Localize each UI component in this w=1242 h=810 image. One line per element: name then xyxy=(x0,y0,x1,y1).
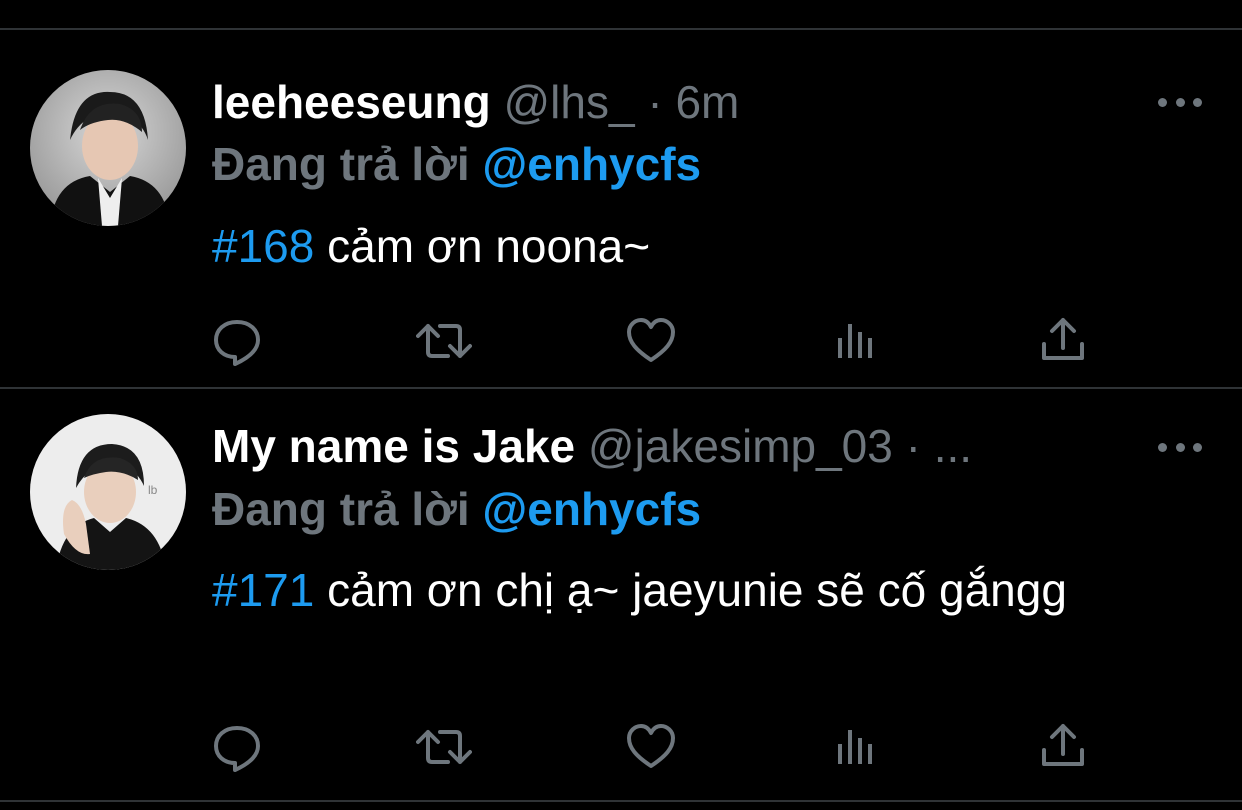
replying-to-label: Đang trả lời xyxy=(212,138,470,190)
svg-text:lb: lb xyxy=(148,483,158,497)
share-button[interactable] xyxy=(1038,316,1088,366)
display-name[interactable]: leeheeseung xyxy=(212,76,491,128)
separator-dot: · xyxy=(905,420,921,472)
avatar[interactable]: lb xyxy=(30,414,186,570)
tweet-text: #168 cảm ơn noona~ xyxy=(212,214,1112,278)
more-options-button[interactable] xyxy=(1158,92,1202,112)
replying-to: Đang trả lời @enhycfs xyxy=(212,136,701,192)
tweet-text: #171 cảm ơn chị ạ~ jaeyunie sẽ cố gắngg xyxy=(212,558,1092,622)
analytics-icon xyxy=(838,730,872,764)
avatar[interactable] xyxy=(30,70,186,226)
like-button[interactable] xyxy=(626,722,676,772)
reply-mention-link[interactable]: @enhycfs xyxy=(482,138,701,190)
share-button[interactable] xyxy=(1038,722,1088,772)
more-options-icon xyxy=(1158,442,1167,452)
reply-icon xyxy=(214,320,260,366)
analytics-button[interactable] xyxy=(834,316,884,366)
user-handle[interactable]: @lhs_ xyxy=(503,76,634,128)
more-options-button[interactable] xyxy=(1158,437,1202,457)
analytics-button[interactable] xyxy=(834,722,884,772)
reply-mention-link[interactable]: @enhycfs xyxy=(482,483,701,535)
user-handle[interactable]: @jakesimp_03 xyxy=(588,420,893,472)
display-name[interactable]: My name is Jake xyxy=(212,420,575,472)
reply-button[interactable] xyxy=(212,316,262,366)
replying-to: Đang trả lời @enhycfs xyxy=(212,481,701,537)
more-options-icon xyxy=(1158,97,1167,107)
tweet-body: cảm ơn chị ạ~ jaeyunie sẽ cố gắngg xyxy=(314,564,1067,616)
more-options-icon-dot xyxy=(1175,97,1185,107)
reply-button[interactable] xyxy=(212,722,262,772)
top-divider xyxy=(0,28,1242,30)
timestamp[interactable]: ... xyxy=(934,420,972,472)
retweet-icon xyxy=(416,730,472,764)
share-icon xyxy=(1042,724,1084,766)
like-icon xyxy=(627,318,675,362)
share-icon xyxy=(1042,318,1084,360)
reply-icon xyxy=(214,726,260,772)
tweet-divider xyxy=(0,387,1242,389)
separator-dot: · xyxy=(647,76,663,128)
bottom-divider xyxy=(0,800,1242,802)
retweet-icon xyxy=(416,324,472,358)
more-options-icon-dot xyxy=(1193,97,1202,107)
hashtag-link[interactable]: #171 xyxy=(212,564,314,616)
like-button[interactable] xyxy=(626,316,676,366)
retweet-button[interactable] xyxy=(416,722,472,772)
tweet-header: My name is Jake @jakesimp_03 · ... xyxy=(212,418,972,474)
timestamp[interactable]: 6m xyxy=(675,76,739,128)
more-options-icon-dot xyxy=(1175,442,1185,452)
replying-to-label: Đang trả lời xyxy=(212,483,470,535)
retweet-button[interactable] xyxy=(416,316,472,366)
like-icon xyxy=(627,724,675,768)
more-options-icon-dot xyxy=(1193,442,1202,452)
analytics-icon xyxy=(838,324,872,358)
tweet-body: cảm ơn noona~ xyxy=(314,220,651,272)
tweet-header: leeheeseung @lhs_ · 6m xyxy=(212,74,739,130)
hashtag-link[interactable]: #168 xyxy=(212,220,314,272)
